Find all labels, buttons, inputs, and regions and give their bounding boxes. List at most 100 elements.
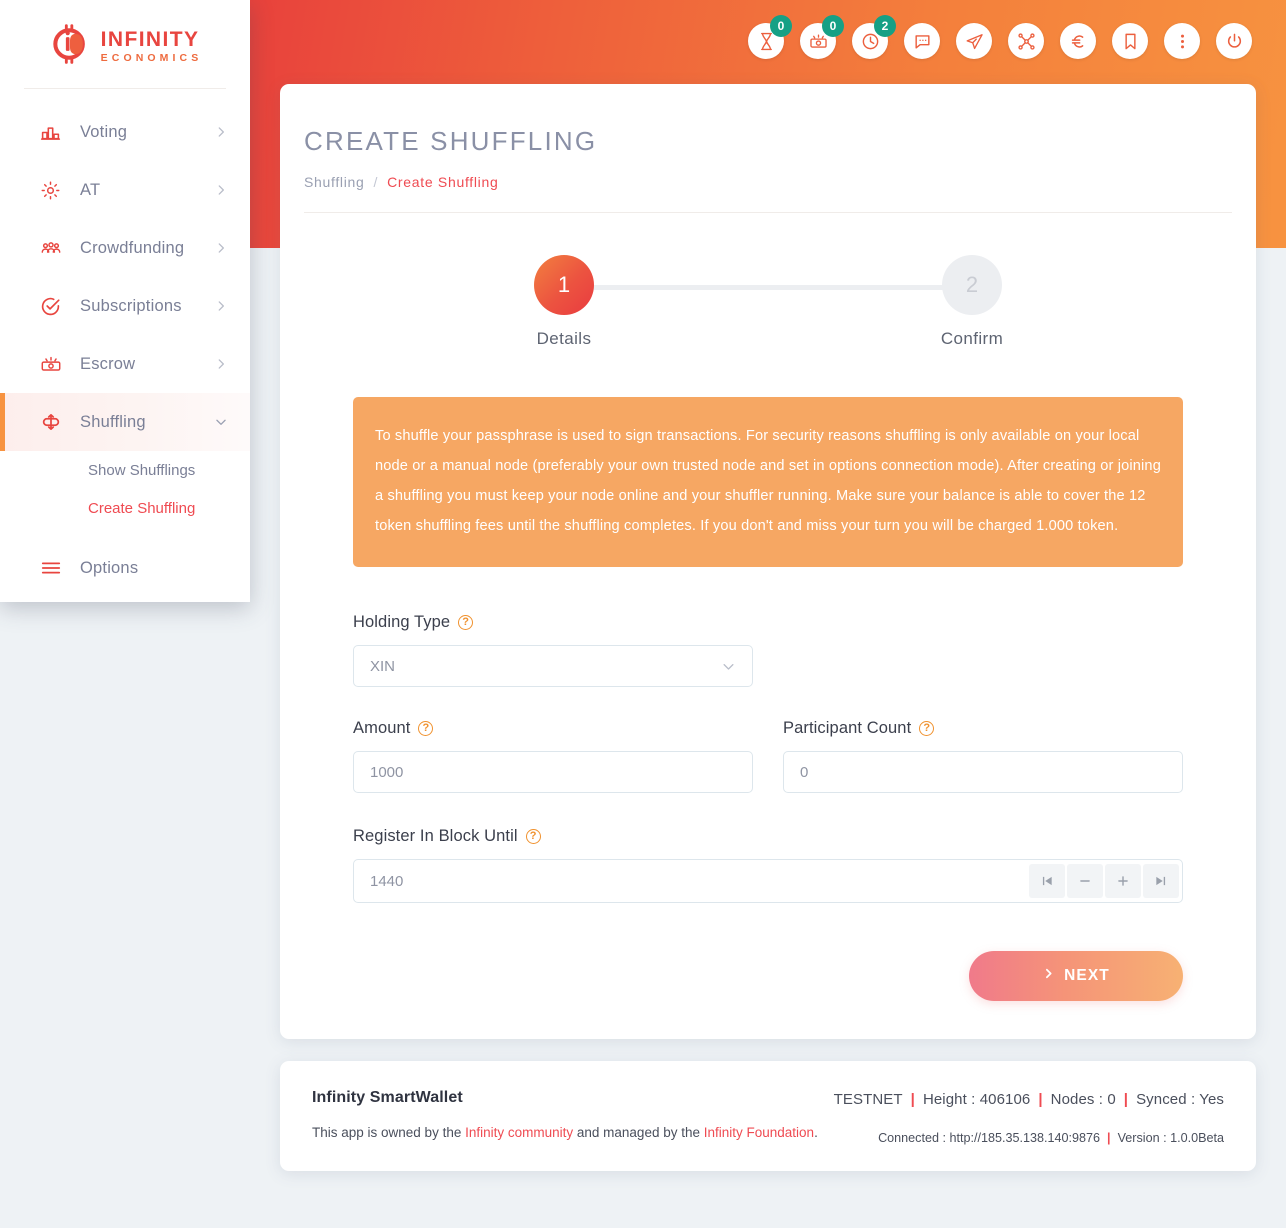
sidebar-item-label: Crowdfunding [80,238,185,257]
chevron-down-icon [721,659,736,674]
minus-icon[interactable] [1067,864,1103,898]
euro-icon[interactable] [1060,23,1096,59]
brand-name-primary: INFINITY [100,27,200,51]
holding-type-value: XIN [370,657,396,675]
brand-logo[interactable]: INFINITY ECONOMICS [0,0,250,88]
clock-icon[interactable]: 2 [852,15,896,59]
sidebar-item-at[interactable]: AT [0,161,250,219]
network-badge: TESTNET [833,1091,903,1108]
help-icon[interactable]: ? [525,829,541,844]
infinity-coin-icon [48,22,92,71]
footer-owned-prefix: This app is owned by the [312,1125,466,1140]
holding-type-select[interactable]: XIN [353,645,753,687]
sidebar-item-subscriptions[interactable]: Subscriptions [0,277,250,335]
sidebar-subitem-show-shufflings[interactable]: Show Shufflings [0,451,250,489]
stepper-progress-line [564,285,972,290]
divider: | [1038,1091,1043,1108]
breadcrumb-current: Create Shuffling [387,174,499,190]
hourglass-badge: 0 [770,15,792,37]
register-block-input[interactable]: 1440 [370,873,1029,890]
footer-ownership: This app is owned by the Infinity commun… [312,1125,818,1140]
step-number-1[interactable]: 1 [534,255,594,315]
node-count: Nodes : 0 [1050,1091,1116,1108]
sidebar-item-label: Escrow [80,354,136,373]
plus-icon[interactable] [1105,864,1141,898]
sidebar-item-shuffling[interactable]: Shuffling [0,393,250,451]
infinity-foundation-link[interactable]: Infinity Foundation [704,1125,814,1140]
network-share-icon[interactable] [1008,23,1044,59]
form-actions: NEXT [353,951,1183,1001]
footer-node-stats: TESTNET | Height : 406106 | Nodes : 0 | Synced… [834,1089,1224,1111]
sidebar-item-label: Voting [80,122,128,141]
footer-left: Infinity SmartWallet This app is owned b… [312,1089,818,1140]
breadcrumb: Shuffling / Create Shuffling [304,174,1232,190]
gear-icon [40,180,66,201]
amount-participant-row: Amount ? 1000 Participant Count ? 0 [353,719,1183,793]
synced-status: Synced : Yes [1136,1091,1224,1108]
breadcrumb-parent[interactable]: Shuffling [304,174,365,190]
chevron-right-icon [214,241,228,255]
holding-type-label: Holding Type ? [353,613,1183,632]
handshake-money-icon[interactable]: 0 [800,15,844,59]
wizard-step-confirm[interactable]: 2 Confirm [912,255,1032,349]
create-shuffling-form: Holding Type ? XIN Amount ? 1000 Partici… [353,613,1183,903]
participant-count-label: Participant Count ? [783,719,1183,738]
register-block-input-wrap: 1440 [353,859,1183,903]
step-number-2[interactable]: 2 [942,255,1002,315]
chevron-right-icon [214,299,228,313]
paper-plane-icon[interactable] [956,23,992,59]
chevron-right-icon [214,357,228,371]
power-icon[interactable] [1216,23,1252,59]
next-button[interactable]: NEXT [969,951,1183,1001]
bar-chart-icon [40,122,66,143]
breadcrumb-separator: / [373,174,379,190]
sidebar: INFINITY ECONOMICS Voting AT Crowdfundin… [0,0,250,602]
sidebar-item-label: Subscriptions [80,296,182,315]
sidebar-item-voting[interactable]: Voting [0,103,250,161]
divider: | [1107,1131,1111,1145]
sidebar-item-label: AT [80,180,101,199]
skip-forward-icon[interactable] [1143,864,1179,898]
amount-input[interactable]: 1000 [353,751,753,793]
page-title: CREATE SHUFFLING [304,126,598,156]
holding-type-group: Holding Type ? XIN [353,613,1183,687]
participant-count-group: Participant Count ? 0 [783,719,1183,793]
chevron-down-icon [214,415,228,429]
step-label-confirm: Confirm [940,329,1004,348]
sidebar-subitem-create-shuffling[interactable]: Create Shuffling [0,489,250,527]
sidebar-item-label: Shuffling [80,412,146,431]
brand-name-secondary: ECONOMICS [100,51,203,64]
participant-count-input[interactable]: 0 [783,751,1183,793]
help-icon[interactable]: ? [418,721,434,736]
app-version: Version : 1.0.0Beta [1117,1131,1224,1145]
register-block-stepper [1029,864,1182,898]
help-icon[interactable]: ? [458,615,474,630]
chat-icon[interactable] [904,23,940,59]
block-height: Height : 406106 [922,1091,1031,1108]
bookmark-icon[interactable] [1112,23,1148,59]
skip-back-icon[interactable] [1029,864,1065,898]
footer-card: Infinity SmartWallet This app is owned b… [280,1061,1256,1171]
next-button-label: NEXT [1064,967,1110,984]
sidebar-item-options[interactable]: Options [0,539,250,597]
divider: | [1123,1091,1129,1108]
hourglass-icon[interactable]: 0 [748,15,792,59]
sidebar-item-label: Options [80,558,139,577]
footer-owned-suffix: . [814,1125,818,1140]
escrow-icon [40,353,66,375]
more-vertical-icon[interactable] [1164,23,1200,59]
step-label-details: Details [536,329,592,348]
infinity-community-link[interactable]: Infinity community [465,1125,573,1140]
hamburger-icon [40,557,66,579]
amount-group: Amount ? 1000 [353,719,753,793]
sidebar-item-escrow[interactable]: Escrow [0,335,250,393]
chevron-right-icon [214,125,228,139]
sidebar-item-crowdfunding[interactable]: Crowdfunding [0,219,250,277]
divider: | [910,1091,915,1108]
handshake-badge: 0 [822,15,844,37]
help-icon[interactable]: ? [919,721,935,736]
check-circle-icon [40,296,66,317]
shuffling-notice: To shuffle your passphrase is used to si… [353,397,1183,567]
topbar-icon-group: 0 0 2 [748,15,1252,59]
wizard-step-details[interactable]: 1 Details [504,255,624,349]
